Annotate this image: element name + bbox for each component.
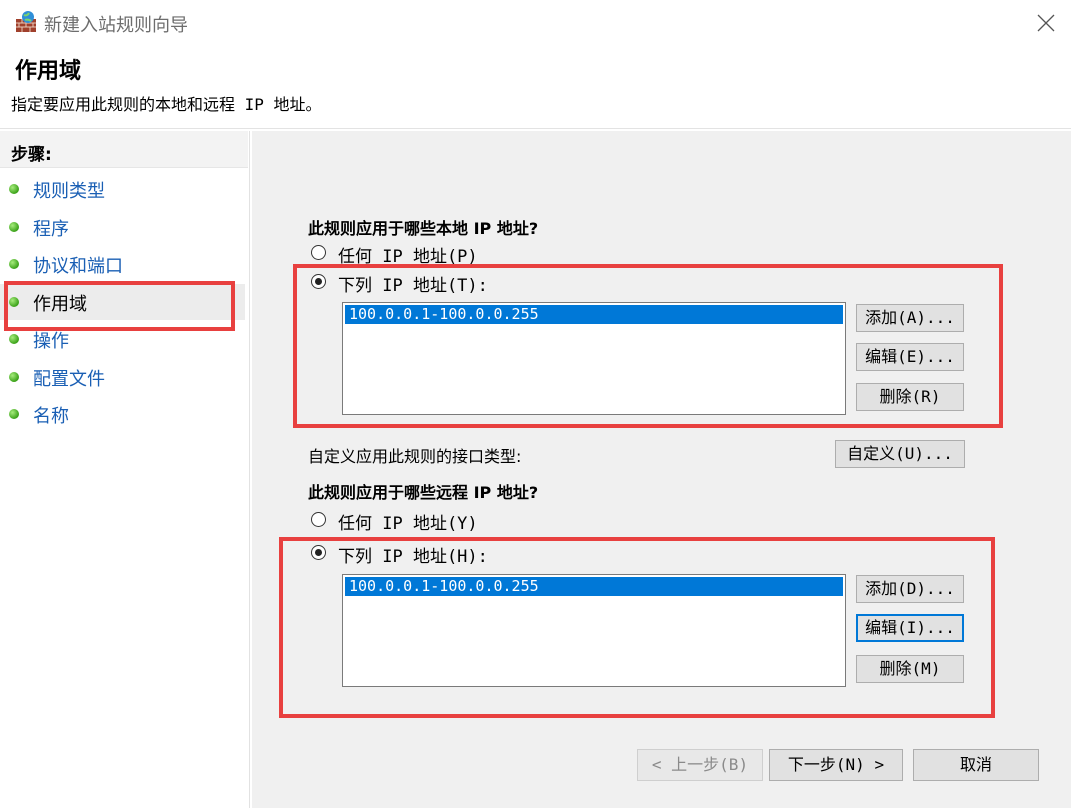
local-edit-button[interactable]: 编辑(E)... <box>856 343 964 371</box>
radio-label: 任何 IP 地址(P) <box>338 247 478 267</box>
steps-title: 步骤: <box>11 145 52 165</box>
local-any-ip-radio[interactable]: 任何 IP 地址(P) <box>311 243 611 267</box>
step-status-icon <box>9 222 19 232</box>
step-label: 作用域 <box>33 294 87 315</box>
radio-circle[interactable] <box>311 545 326 560</box>
remote-list-ip-radio[interactable]: 下列 IP 地址(H): <box>311 543 611 567</box>
local-remove-button[interactable]: 删除(R) <box>856 383 964 411</box>
local-ip-list[interactable]: 100.0.0.1-100.0.0.255 <box>342 302 846 415</box>
step-label: 配置文件 <box>33 369 105 390</box>
remote-add-button[interactable]: 添加(D)... <box>856 575 964 603</box>
step-protocol-ports[interactable]: 协议和端口 <box>0 246 248 282</box>
remote-edit-button[interactable]: 编辑(I)... <box>856 614 964 642</box>
content-pane: 此规则应用于哪些本地 IP 地址? 任何 IP 地址(P) 下列 IP 地址(T… <box>252 131 1071 808</box>
step-status-icon <box>9 334 19 344</box>
step-action[interactable]: 操作 <box>0 321 248 357</box>
step-scope[interactable]: 作用域 <box>0 284 245 320</box>
radio-label: 下列 IP 地址(T): <box>338 276 488 296</box>
step-label: 程序 <box>33 219 69 240</box>
back-button[interactable]: < 上一步(B) <box>637 749 763 781</box>
local-add-button[interactable]: 添加(A)... <box>856 304 964 332</box>
remote-any-ip-radio[interactable]: 任何 IP 地址(Y) <box>311 510 611 534</box>
radio-label: 下列 IP 地址(H): <box>338 547 488 567</box>
step-status-icon <box>9 409 19 419</box>
step-label: 规则类型 <box>33 181 105 202</box>
steps-header: 步骤: <box>0 131 248 168</box>
radio-circle[interactable] <box>311 274 326 289</box>
window-title: 新建入站规则向导 <box>44 15 188 36</box>
close-icon <box>1037 14 1055 32</box>
step-profile[interactable]: 配置文件 <box>0 359 248 395</box>
list-item[interactable]: 100.0.0.1-100.0.0.255 <box>345 577 843 596</box>
radio-circle[interactable] <box>311 512 326 527</box>
firewall-icon <box>14 10 38 34</box>
step-label: 协议和端口 <box>33 256 123 277</box>
header-divider <box>0 128 1071 129</box>
step-rule-type[interactable]: 规则类型 <box>0 171 248 207</box>
step-status-icon <box>9 259 19 269</box>
remote-ip-list[interactable]: 100.0.0.1-100.0.0.255 <box>342 574 846 687</box>
steps-pane: 步骤: 规则类型 程序 协议和端口 作用域 操作 配置文件 名称 <box>0 131 250 808</box>
page-description: 指定要应用此规则的本地和远程 IP 地址。 <box>11 95 322 114</box>
step-program[interactable]: 程序 <box>0 209 248 245</box>
step-status-icon <box>9 372 19 382</box>
next-button[interactable]: 下一步(N) > <box>769 749 903 781</box>
step-status-icon <box>9 297 19 307</box>
step-label: 名称 <box>33 406 69 427</box>
radio-circle[interactable] <box>311 245 326 260</box>
customize-interface-button[interactable]: 自定义(U)... <box>835 440 965 468</box>
interface-type-label: 自定义应用此规则的接口类型: <box>308 447 522 466</box>
local-list-ip-radio[interactable]: 下列 IP 地址(T): <box>311 272 611 296</box>
remote-remove-button[interactable]: 删除(M) <box>856 655 964 683</box>
close-button[interactable] <box>1028 6 1064 40</box>
step-status-icon <box>9 184 19 194</box>
list-item[interactable]: 100.0.0.1-100.0.0.255 <box>345 305 843 324</box>
remote-question: 此规则应用于哪些远程 IP 地址? <box>308 483 539 502</box>
radio-label: 任何 IP 地址(Y) <box>338 514 478 534</box>
step-name[interactable]: 名称 <box>0 396 248 432</box>
page-title: 作用域 <box>15 59 82 84</box>
step-label: 操作 <box>33 331 69 352</box>
cancel-button[interactable]: 取消 <box>913 749 1039 781</box>
local-question: 此规则应用于哪些本地 IP 地址? <box>308 219 539 238</box>
title-bar: 新建入站规则向导 <box>0 0 1071 46</box>
